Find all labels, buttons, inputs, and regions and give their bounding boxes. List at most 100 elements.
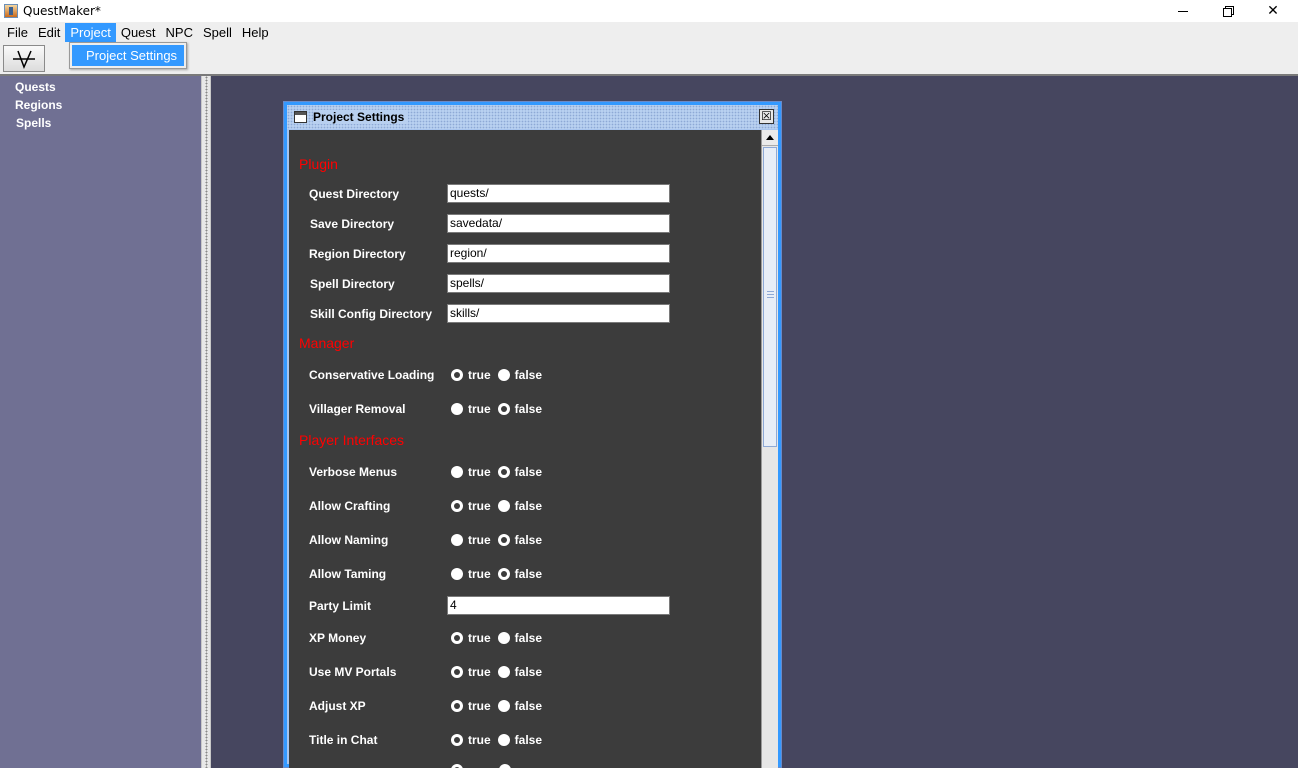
menu-item-project-settings[interactable]: Project Settings — [72, 45, 184, 66]
close-icon: ✕ — [1267, 3, 1279, 19]
radio-label-false[interactable]: false — [515, 733, 542, 747]
sidebar-item-spells[interactable]: Spells — [16, 116, 51, 130]
input-skill-config-directory[interactable]: skills/ — [447, 304, 670, 323]
radio-false[interactable] — [497, 666, 510, 678]
radio-label-true[interactable]: true — [468, 699, 491, 713]
radio-false[interactable] — [497, 700, 510, 712]
radio-true[interactable] — [451, 568, 463, 580]
label-conservative-loading: Conservative Loading — [309, 368, 435, 382]
menu-spell[interactable]: Spell — [198, 23, 237, 42]
radio-true[interactable] — [451, 534, 463, 546]
radio-false[interactable] — [497, 466, 510, 478]
radio-true[interactable] — [451, 369, 463, 381]
sidebar-item-regions[interactable]: Regions — [15, 98, 62, 112]
radio-label-true[interactable]: true — [468, 533, 491, 547]
title-bar: QuestMaker* ✕ — [0, 0, 1298, 22]
radio-group-allow-taming: true false — [451, 566, 549, 582]
close-button[interactable]: ✕ — [1250, 0, 1296, 22]
radio-label-false[interactable]: false — [515, 499, 542, 513]
radio-label-false[interactable]: false — [515, 699, 542, 713]
toolbar — [0, 42, 1298, 76]
frame-close-button[interactable]: ☒ — [759, 109, 774, 124]
label-save-directory: Save Directory — [310, 217, 395, 231]
radio-label-true[interactable]: true — [468, 733, 491, 747]
input-save-directory[interactable]: savedata/ — [447, 214, 670, 233]
radio-true[interactable] — [451, 500, 463, 512]
radio-label-false[interactable]: false — [515, 465, 542, 479]
settings-content: Plugin Quest Directory quests/ Save Dire… — [289, 130, 761, 768]
input-party-limit[interactable]: 4 — [447, 596, 670, 615]
scroll-up-arrow-icon[interactable] — [762, 130, 778, 146]
radio-label-true[interactable]: true — [468, 567, 491, 581]
radio-false[interactable] — [497, 568, 510, 580]
radio-false[interactable] — [497, 734, 510, 746]
label-region-directory: Region Directory — [309, 247, 406, 261]
radio-label-true[interactable]: true — [468, 665, 491, 679]
label-allow-naming: Allow Naming — [309, 533, 389, 547]
radio-false[interactable] — [497, 632, 510, 644]
input-region-directory[interactable]: region/ — [447, 244, 670, 263]
vertical-scrollbar[interactable] — [761, 130, 778, 768]
window-title: QuestMaker* — [23, 4, 101, 18]
radio-true[interactable] — [451, 632, 463, 644]
radio-false[interactable] — [497, 534, 510, 546]
project-settings-frame: Project Settings ☒ Plugin Quest Director… — [283, 101, 782, 768]
minimize-button[interactable] — [1160, 0, 1206, 22]
sidebar: Quests Regions Spells — [0, 76, 201, 768]
restore-button[interactable] — [1205, 0, 1251, 22]
radio-false[interactable] — [497, 500, 510, 512]
menu-help[interactable]: Help — [237, 23, 274, 42]
radio-group-conservative-loading: true false — [451, 367, 549, 383]
toolbar-action-button[interactable] — [3, 45, 45, 72]
restore-icon — [1223, 6, 1234, 17]
radio-false[interactable] — [499, 764, 511, 768]
label-title-in-chat: Title in Chat — [309, 733, 378, 747]
section-player-interfaces: Player Interfaces — [299, 432, 405, 448]
close-icon: ☒ — [761, 109, 772, 123]
radio-true[interactable] — [451, 666, 463, 678]
radio-true[interactable] — [451, 764, 463, 768]
menu-npc[interactable]: NPC — [161, 23, 198, 42]
frame-title: Project Settings — [313, 110, 409, 124]
label-verbose-menus: Verbose Menus — [309, 465, 398, 479]
radio-label-true[interactable]: true — [468, 402, 491, 416]
radio-label-false[interactable]: false — [515, 402, 542, 416]
radio-true[interactable] — [451, 700, 463, 712]
label-skill-config-directory: Skill Config Directory — [310, 307, 433, 321]
radio-group-allow-crafting: true false — [451, 498, 549, 514]
label-party-limit: Party Limit — [309, 599, 372, 613]
menu-edit[interactable]: Edit — [33, 23, 65, 42]
radio-label-false[interactable]: false — [515, 631, 542, 645]
radio-group-villager-removal: true false — [451, 401, 549, 417]
radio-false[interactable] — [497, 403, 510, 415]
radio-true[interactable] — [451, 734, 463, 746]
frame-title-bar[interactable]: Project Settings ☒ — [287, 105, 778, 129]
radio-label-false[interactable]: false — [515, 533, 542, 547]
radio-group-xp-money: true false — [451, 630, 549, 646]
radio-label-true[interactable]: true — [468, 499, 491, 513]
radio-true[interactable] — [451, 403, 463, 415]
label-xp-money: XP Money — [309, 631, 367, 645]
radio-true[interactable] — [451, 466, 463, 478]
minimize-icon — [1178, 10, 1188, 12]
java-app-icon — [4, 4, 18, 18]
input-quest-directory[interactable]: quests/ — [447, 184, 670, 203]
radio-label-true[interactable]: true — [468, 368, 491, 382]
split-pane-divider[interactable] — [201, 76, 211, 768]
radio-group-allow-naming: true false — [451, 532, 549, 548]
radio-false[interactable] — [497, 369, 510, 381]
menu-quest[interactable]: Quest — [116, 23, 161, 42]
menu-project[interactable]: Project — [65, 22, 116, 42]
input-spell-directory[interactable]: spells/ — [447, 274, 670, 293]
sidebar-item-quests[interactable]: Quests — [15, 80, 56, 94]
label-quest-directory: Quest Directory — [309, 187, 400, 201]
radio-label-true[interactable]: true — [468, 631, 491, 645]
menu-file[interactable]: File — [2, 23, 33, 42]
radio-label-true[interactable]: true — [468, 465, 491, 479]
radio-label-false[interactable]: false — [515, 368, 542, 382]
radio-label-false[interactable]: false — [515, 665, 542, 679]
label-adjust-xp: Adjust XP — [309, 699, 366, 713]
scroll-thumb[interactable] — [763, 147, 777, 447]
radio-label-false[interactable]: false — [515, 567, 542, 581]
radio-group-verbose-menus: true false — [451, 464, 549, 480]
